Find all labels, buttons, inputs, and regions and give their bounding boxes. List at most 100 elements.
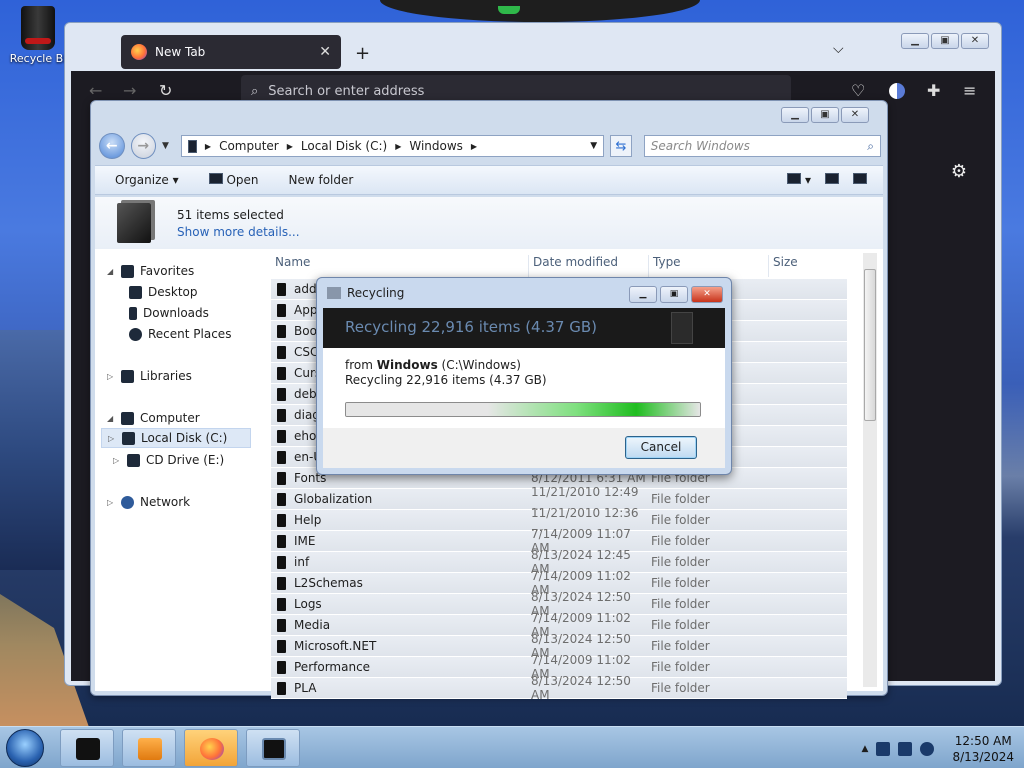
explorer-icon	[76, 738, 100, 760]
close-button[interactable]: ✕	[961, 33, 989, 49]
extensions-icon[interactable]: ✚	[927, 81, 940, 100]
nav-recent-places[interactable]: Recent Places	[129, 324, 231, 344]
folder-icon	[277, 387, 286, 401]
volume-icon[interactable]	[920, 742, 935, 756]
new-folder-button[interactable]: New folder	[289, 173, 354, 187]
column-date-modified[interactable]: Date modified	[529, 255, 649, 277]
action-center-icon[interactable]	[876, 742, 891, 756]
selection-stack-icon	[117, 203, 151, 243]
file-name-cell: IME	[271, 534, 531, 548]
maximize-button[interactable]: ▣	[931, 33, 959, 49]
maximize-button[interactable]: ▣	[811, 107, 839, 123]
nav-downloads[interactable]: Downloads	[129, 303, 209, 323]
type-cell: File folder	[651, 681, 710, 695]
list-all-tabs-button[interactable]: ⌵	[833, 41, 844, 57]
taskbar-explorer[interactable]	[60, 729, 114, 767]
breadcrumb-windows[interactable]: Windows	[409, 139, 463, 153]
date-cell: 8/13/2024 12:50 AM	[531, 674, 631, 702]
column-type[interactable]: Type	[649, 255, 769, 277]
new-tab-button[interactable]: +	[355, 43, 370, 64]
nav-network[interactable]: ▷ Network	[107, 492, 190, 512]
open-button[interactable]: Open	[208, 173, 259, 187]
organize-button[interactable]: Organize ▾	[115, 173, 179, 187]
folder-icon	[277, 597, 286, 611]
close-button[interactable]: ✕	[841, 107, 869, 123]
close-button[interactable]: ✕	[691, 286, 723, 303]
taskbar-recycling-dialog[interactable]	[246, 729, 300, 767]
gear-icon[interactable]: ⚙	[951, 161, 967, 182]
dialog-window-controls: ▁ ▣ ✕	[629, 286, 723, 303]
cancel-button[interactable]: Cancel	[625, 436, 697, 459]
address-bar[interactable]: ▶ Computer ▶ Local Disk (C:) ▶ Windows ▶…	[180, 135, 605, 157]
nav-libraries[interactable]: ▷ Libraries	[107, 366, 192, 386]
back-button[interactable]: ←	[89, 81, 102, 100]
column-size[interactable]: Size	[769, 255, 849, 277]
recycling-dialog: Recycling ▁ ▣ ✕ Recycling 22,916 items (…	[316, 277, 732, 475]
minimize-button[interactable]: ▁	[629, 286, 657, 303]
folder-icon	[277, 618, 286, 632]
type-cell: File folder	[651, 555, 710, 569]
help-button[interactable]	[853, 173, 867, 184]
breadcrumb-computer[interactable]: Computer	[219, 139, 279, 153]
network-tray-icon[interactable]	[898, 742, 913, 756]
start-button[interactable]	[6, 729, 44, 767]
file-name: L2Schemas	[294, 576, 363, 590]
forward-button[interactable]: →	[123, 81, 136, 100]
type-cell: File folder	[651, 639, 710, 653]
show-more-details-link[interactable]: Show more details...	[177, 225, 300, 239]
type-cell: File folder	[651, 492, 710, 506]
taskbar-media-player[interactable]	[122, 729, 176, 767]
folder-icon	[277, 492, 286, 506]
progress-bar	[345, 402, 701, 417]
pocket-icon[interactable]: ♡	[851, 81, 865, 100]
tab-close-icon[interactable]: ✕	[319, 44, 331, 60]
forward-button[interactable]: →	[130, 133, 156, 159]
banner-text: Recycling 22,916 items (4.37 GB)	[345, 318, 597, 336]
vertical-scrollbar[interactable]	[863, 253, 877, 687]
maximize-button[interactable]: ▣	[660, 286, 688, 303]
address-dropdown[interactable]: ▼	[590, 141, 597, 151]
nav-desktop[interactable]: Desktop	[129, 282, 198, 302]
explorer-window-controls: ▁ ▣ ✕	[781, 107, 869, 123]
column-name[interactable]: Name	[271, 255, 529, 277]
nav-computer[interactable]: ◢ Computer	[107, 408, 200, 428]
preview-pane-button[interactable]	[825, 173, 839, 184]
progress-animation-icon	[671, 312, 693, 344]
minimize-button[interactable]: ▁	[901, 33, 929, 49]
show-hidden-icons-button[interactable]: ▲	[862, 744, 869, 754]
nav-local-disk[interactable]: ▷ Local Disk (C:)	[101, 428, 251, 448]
change-view-button[interactable]: ▾	[787, 173, 811, 187]
file-name-cell: PLA	[271, 681, 531, 695]
menu-button[interactable]: ≡	[963, 81, 976, 100]
dialog-title: Recycling	[327, 286, 404, 300]
file-name: deb	[294, 387, 317, 401]
file-name-cell: inf	[271, 555, 531, 569]
taskbar-firefox[interactable]	[184, 729, 238, 767]
search-input[interactable]: Search Windows ⌕	[643, 135, 881, 157]
local-disk-icon	[122, 431, 135, 445]
refresh-button[interactable]: ⇆	[610, 135, 632, 157]
account-icon[interactable]	[889, 83, 905, 99]
nav-favorites[interactable]: ◢ Favorites	[107, 261, 194, 281]
tab-new-tab[interactable]: New Tab ✕	[121, 35, 341, 69]
file-name-cell: Globalization	[271, 492, 531, 506]
table-row[interactable]: PLA 8/13/2024 12:50 AM File folder	[271, 674, 847, 702]
recent-pages-dropdown[interactable]: ▼	[162, 141, 169, 151]
search-placeholder: Search Windows	[650, 139, 750, 153]
status-indicator-icon	[498, 6, 520, 14]
nav-cd-drive[interactable]: ▷ CD Drive (E:)	[107, 450, 224, 470]
breadcrumb-local-disk[interactable]: Local Disk (C:)	[301, 139, 387, 153]
file-name: Help	[294, 513, 322, 527]
folder-icon	[277, 408, 286, 422]
recycle-bin-desktop-icon[interactable]: Recycle Bi	[4, 4, 72, 65]
folder-icon	[277, 366, 286, 380]
reload-button[interactable]: ↻	[159, 81, 172, 100]
scrollbar-thumb[interactable]	[864, 269, 876, 421]
folder-icon	[277, 303, 286, 317]
file-name: Globalization	[294, 492, 373, 506]
minimize-button[interactable]: ▁	[781, 107, 809, 123]
file-name-cell: L2Schemas	[271, 576, 531, 590]
file-name: add	[294, 282, 317, 296]
back-button[interactable]: ←	[99, 133, 125, 159]
clock[interactable]: 12:50 AM 8/13/2024	[952, 733, 1014, 765]
